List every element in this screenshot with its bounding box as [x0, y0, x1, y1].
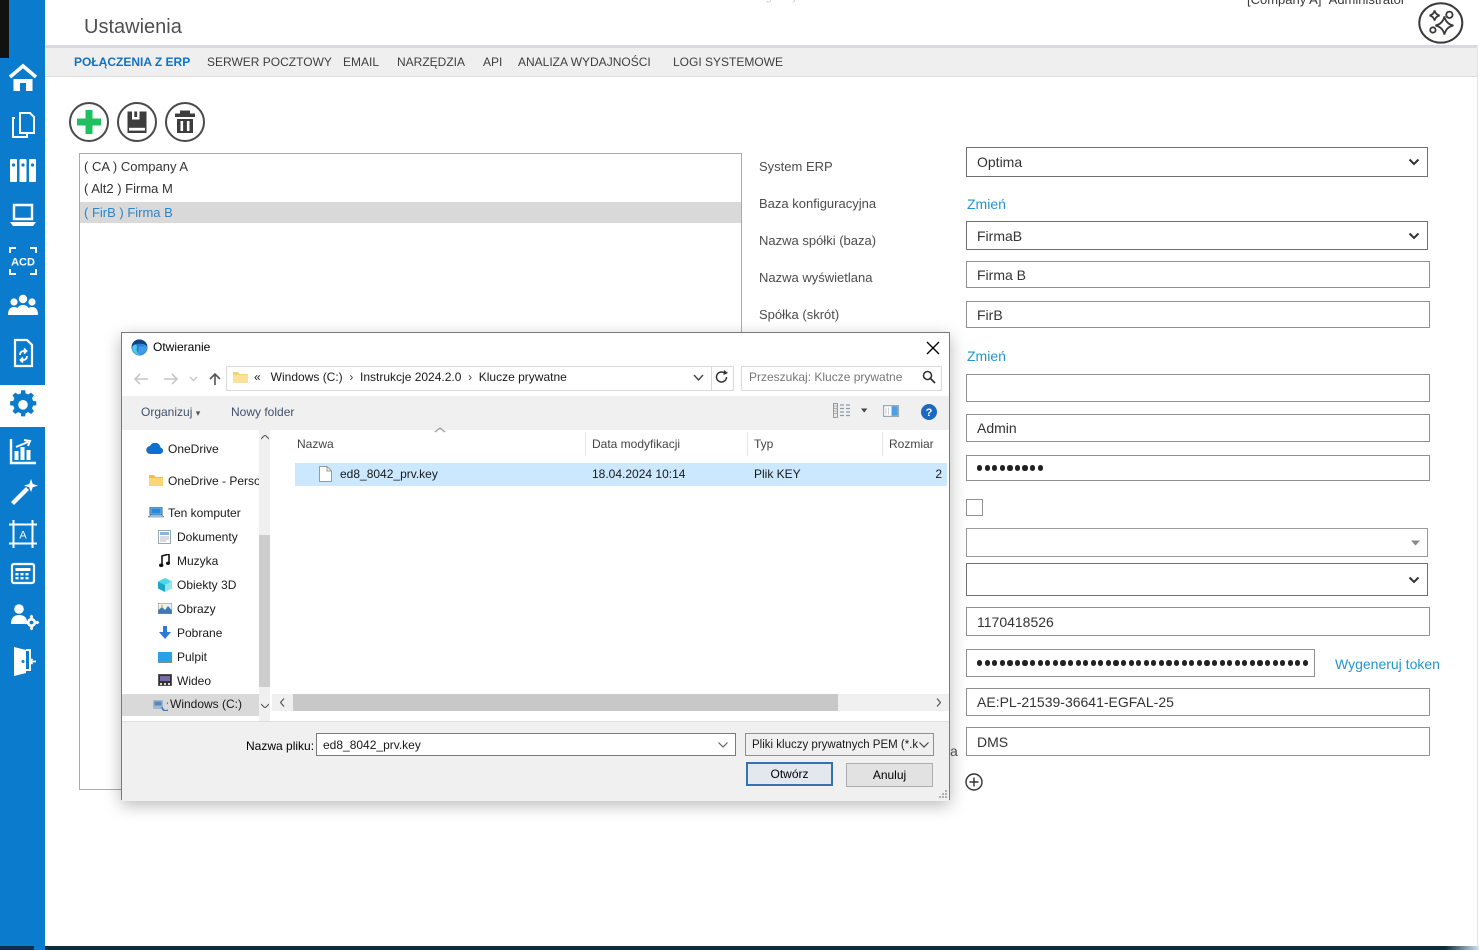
- svg-text:A: A: [19, 530, 27, 542]
- svg-text:ACD: ACD: [11, 257, 35, 269]
- svg-text:?: ?: [926, 407, 933, 419]
